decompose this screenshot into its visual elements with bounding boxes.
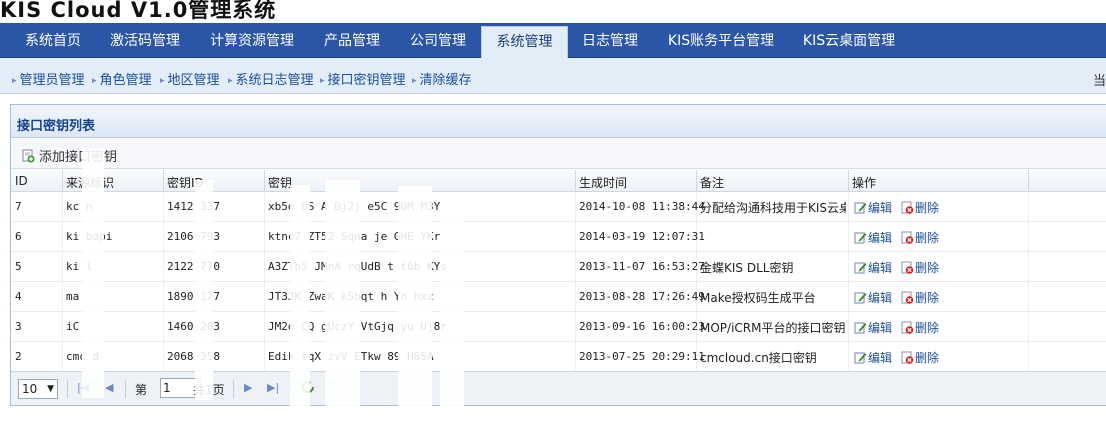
col-created-time[interactable]: 生成时间: [579, 174, 627, 191]
cell-created-time: 2014-03-19 12:07:31: [579, 230, 705, 243]
tab-companies[interactable]: 公司管理: [398, 23, 478, 58]
redaction-overlay: [398, 186, 432, 416]
last-page-icon[interactable]: ▶|: [267, 381, 279, 394]
arrow-right-icon: ▸: [160, 76, 165, 86]
delete-button[interactable]: 删除: [901, 319, 939, 336]
delete-button[interactable]: 删除: [901, 199, 939, 216]
redaction-overlay: [195, 180, 213, 400]
delete-button[interactable]: 删除: [901, 289, 939, 306]
tab-products[interactable]: 产品管理: [312, 23, 392, 58]
col-actions: 操作: [852, 176, 877, 190]
tab-system-management[interactable]: 系统管理: [481, 26, 568, 58]
tab-kis-cloud-desktop[interactable]: KIS云桌面管理: [792, 23, 906, 58]
col-key[interactable]: 密钥: [268, 174, 292, 191]
arrow-right-icon: ▸: [228, 76, 233, 86]
arrow-right-icon: ▸: [12, 76, 17, 86]
cell-note: MOP/iCRM平台的接口密钥...: [700, 321, 846, 335]
redaction-overlay: [325, 180, 360, 430]
chevron-down-icon: ▼: [47, 384, 54, 394]
tab-compute-resources[interactable]: 计算资源管理: [200, 23, 304, 58]
tab-activation-code[interactable]: 激活码管理: [100, 23, 190, 58]
delete-button[interactable]: 删除: [901, 349, 939, 366]
cell-created-time: 2013-07-25 20:29:11: [579, 350, 705, 363]
delete-icon: [901, 261, 914, 274]
delete-button[interactable]: 删除: [901, 259, 939, 276]
edit-button[interactable]: 编辑: [854, 289, 892, 306]
cell-created-time: 2013-11-07 16:53:27: [579, 260, 705, 273]
edit-button[interactable]: 编辑: [854, 349, 892, 366]
edit-icon: [854, 231, 867, 244]
arrow-right-icon: ▸: [412, 76, 417, 86]
delete-icon: [901, 351, 914, 364]
add-document-icon: [21, 149, 35, 163]
delete-icon: [901, 201, 914, 214]
next-page-icon[interactable]: ▶: [244, 381, 252, 394]
redaction-overlay: [290, 185, 310, 425]
table-row: 5ki l2122 770A3ZTh5 JMnA rqUdB t t6b KYs…: [11, 252, 1106, 282]
cell-id: 4: [15, 290, 22, 303]
tab-kis-accounting[interactable]: KIS账务平台管理: [655, 23, 787, 58]
edit-button[interactable]: 编辑: [854, 229, 892, 246]
prev-page-icon[interactable]: ◀: [105, 381, 113, 394]
sub-nav: ▸ 管理员管理 ▸ 角色管理 ▸ 地区管理 ▸ 系统日志管理 ▸ 接口密钥管理 ▸ 清除缓存…: [0, 58, 1106, 94]
delete-icon: [901, 231, 914, 244]
table-row: 4ma1890 177JT3JK ZwaK kSbqt h Yn hxz2013…: [11, 282, 1106, 312]
table-row: 6ki bapi2106 793ktnc7 ZT52 Sqna je GHE Y…: [11, 222, 1106, 252]
subnav-role-management[interactable]: ▸ 角色管理: [92, 69, 152, 88]
edit-icon: [854, 351, 867, 364]
subnav-region-management[interactable]: ▸ 地区管理: [160, 69, 220, 88]
pager: 10▼ |◀ ◀ 第 1 共1页 ▶ ▶|: [11, 371, 1106, 405]
tab-home[interactable]: 系统首页: [10, 23, 96, 58]
current-location-label: 当: [1092, 74, 1106, 89]
page-size-select[interactable]: 10 ▼: [18, 379, 58, 399]
edit-icon: [854, 261, 867, 274]
arrow-right-icon: ▸: [320, 76, 325, 86]
cell-note: 金蝶KIS DLL密钥: [700, 261, 794, 275]
cell-created-time: 2014-10-08 11:38:44: [579, 200, 705, 213]
cell-source: ma: [66, 290, 80, 303]
tab-logs[interactable]: 日志管理: [572, 23, 648, 58]
table-row: 3iC1460 203JM2e CQ gUczY VtGjq yu Uj8r20…: [11, 312, 1106, 342]
edit-button[interactable]: 编辑: [854, 319, 892, 336]
col-id[interactable]: ID: [15, 174, 28, 188]
toolbar: 添加接口密钥: [11, 139, 1106, 169]
subnav-admin-management[interactable]: ▸ 管理员管理: [12, 69, 85, 88]
cell-id: 2: [15, 350, 22, 363]
redaction-overlay: [82, 148, 104, 398]
panel-title: 接口密钥列表: [17, 119, 96, 134]
delete-button[interactable]: 删除: [901, 229, 939, 246]
edit-icon: [854, 321, 867, 334]
main-nav: 系统首页 激活码管理 计算资源管理 产品管理 公司管理 系统管理 日志管理 KI…: [0, 23, 1106, 58]
edit-button[interactable]: 编辑: [854, 259, 892, 276]
table-row: 7kc n1412 337xb5e bS A Bj2j e5C 9DM M3Y2…: [11, 192, 1106, 222]
cell-note: 分配给沟通科技用于KIS云桌: [700, 201, 846, 215]
cell-id: 5: [15, 260, 22, 273]
cell-created-time: 2013-08-28 17:26:49: [579, 290, 705, 303]
subnav-api-key-management[interactable]: ▸ 接口密钥管理: [320, 69, 406, 88]
table-header: ID 来源标识 密钥ID 密钥 生成时间 备注 操作: [11, 170, 1106, 192]
col-note[interactable]: 备注: [700, 174, 724, 191]
delete-icon: [901, 321, 914, 334]
edit-icon: [854, 291, 867, 304]
edit-button[interactable]: 编辑: [854, 199, 892, 216]
page-prefix-label: 第: [135, 383, 148, 397]
cell-id: 3: [15, 320, 22, 333]
redaction-overlay: [440, 200, 464, 425]
cell-id: 6: [15, 230, 22, 243]
table-row: 2cmc d2068 358Edik tqX zvV ETkw 89 H65A2…: [11, 342, 1106, 372]
cell-created-time: 2013-09-16 16:00:23: [579, 320, 705, 333]
cell-source: iC: [66, 320, 80, 333]
subnav-clear-cache[interactable]: ▸ 清除缓存: [412, 69, 472, 88]
delete-icon: [901, 291, 914, 304]
edit-icon: [854, 201, 867, 214]
panel-header: 接口密钥列表: [11, 105, 1106, 138]
cell-id: 7: [15, 200, 22, 213]
api-key-table: ID 来源标识 密钥ID 密钥 生成时间 备注 操作 7kc n1412 337…: [11, 170, 1106, 372]
subnav-system-log-management[interactable]: ▸ 系统日志管理: [228, 69, 314, 88]
app-title: KIS Cloud V1.0管理系统: [0, 0, 277, 22]
api-key-panel: 接口密钥列表 添加接口密钥 ID 来源标识 密钥ID 密钥 生成时间 备注 操作…: [10, 104, 1106, 406]
arrow-right-icon: ▸: [92, 76, 97, 86]
cell-note: Make授权码生成平台: [700, 291, 816, 305]
cell-note: cmcloud.cn接口密钥: [700, 351, 817, 365]
